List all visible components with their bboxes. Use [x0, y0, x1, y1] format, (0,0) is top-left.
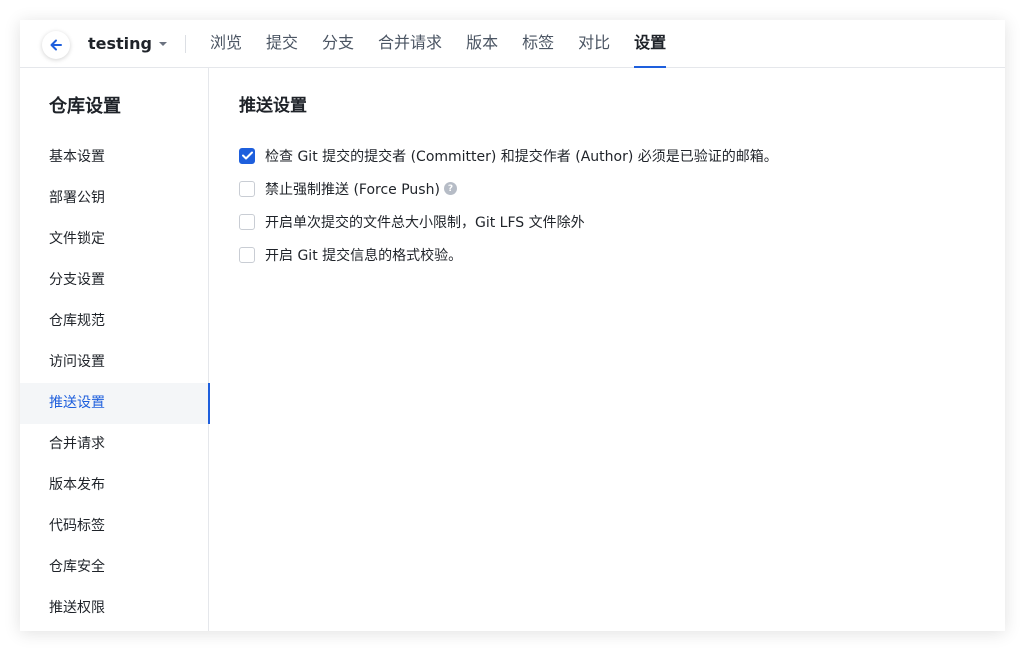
tab-tags[interactable]: 标签: [522, 20, 554, 68]
question-circle-icon[interactable]: ?: [443, 182, 457, 195]
tab-compare[interactable]: 对比: [578, 20, 610, 68]
tab-commits[interactable]: 提交: [266, 20, 298, 68]
checkbox-disable-force-push[interactable]: [239, 180, 255, 197]
tab-browse[interactable]: 浏览: [210, 20, 242, 68]
option-label: 开启单次提交的文件总大小限制，Git LFS 文件除外: [265, 214, 585, 231]
repo-name-label: testing: [88, 34, 152, 53]
sidebar-item-push-settings[interactable]: 推送设置: [20, 383, 210, 424]
sidebar-item-access[interactable]: 访问设置: [20, 342, 209, 383]
caret-down-icon: [158, 41, 168, 47]
sidebar-item-repo-rules[interactable]: 仓库规范: [20, 301, 209, 342]
sidebar-item-releases[interactable]: 版本发布: [20, 465, 209, 506]
sidebar-item-file-lock[interactable]: 文件锁定: [20, 219, 209, 260]
sidebar-item-code-tags[interactable]: 代码标签: [20, 506, 209, 547]
tab-settings[interactable]: 设置: [634, 20, 667, 68]
sidebar-item-basic[interactable]: 基本设置: [20, 137, 209, 178]
sidebar-item-deploy-keys[interactable]: 部署公钥: [20, 178, 209, 219]
option-label: 禁止强制推送 (Force Push): [265, 181, 440, 198]
option-verify-committer-email: 检查 Git 提交的提交者 (Committer) 和提交作者 (Author)…: [239, 139, 778, 172]
option-disable-force-push: 禁止强制推送 (Force Push) ?: [239, 172, 778, 205]
option-label: 检查 Git 提交的提交者 (Committer) 和提交作者 (Author)…: [265, 148, 778, 165]
option-commit-message-format: 开启 Git 提交信息的格式校验。: [239, 238, 778, 271]
tab-branches[interactable]: 分支: [322, 20, 354, 68]
repo-tabs: 浏览 提交 分支 合并请求 版本 标签 对比 设置: [210, 20, 690, 68]
option-commit-size-limit: 开启单次提交的文件总大小限制，Git LFS 文件除外: [239, 205, 778, 238]
option-label: 开启 Git 提交信息的格式校验。: [265, 247, 463, 264]
main-content: 推送设置 检查 Git 提交的提交者 (Committer) 和提交作者 (Au…: [210, 68, 1005, 631]
tab-releases[interactable]: 版本: [466, 20, 498, 68]
sidebar-item-merge-requests[interactable]: 合并请求: [20, 424, 209, 465]
arrow-left-icon: [49, 38, 63, 52]
tab-merge-requests[interactable]: 合并请求: [378, 20, 442, 68]
sidebar-item-security[interactable]: 仓库安全: [20, 547, 209, 588]
app-window: testing 浏览 提交 分支 合并请求 版本 标签 对比 设置 仓库设置 基…: [20, 20, 1005, 631]
checkbox-verify-committer-email[interactable]: [239, 147, 255, 164]
sidebar-title: 仓库设置: [49, 96, 121, 117]
sidebar-item-push-permissions[interactable]: 推送权限: [20, 588, 209, 629]
push-options: 检查 Git 提交的提交者 (Committer) 和提交作者 (Author)…: [239, 139, 778, 271]
back-button[interactable]: [42, 31, 70, 59]
sidebar-menu: 基本设置 部署公钥 文件锁定 分支设置 仓库规范 访问设置 推送设置 合并请求 …: [20, 137, 210, 629]
top-nav-bar: testing 浏览 提交 分支 合并请求 版本 标签 对比 设置: [20, 20, 1005, 68]
header-divider: [185, 35, 186, 53]
checkbox-commit-size-limit[interactable]: [239, 213, 255, 230]
repo-selector[interactable]: testing: [88, 34, 168, 53]
sidebar-item-branch-settings[interactable]: 分支设置: [20, 260, 209, 301]
page-title: 推送设置: [239, 96, 307, 116]
check-icon: [241, 151, 253, 160]
checkbox-commit-message-format[interactable]: [239, 246, 255, 263]
settings-sidebar: 仓库设置 基本设置 部署公钥 文件锁定 分支设置 仓库规范 访问设置 推送设置 …: [20, 68, 210, 631]
